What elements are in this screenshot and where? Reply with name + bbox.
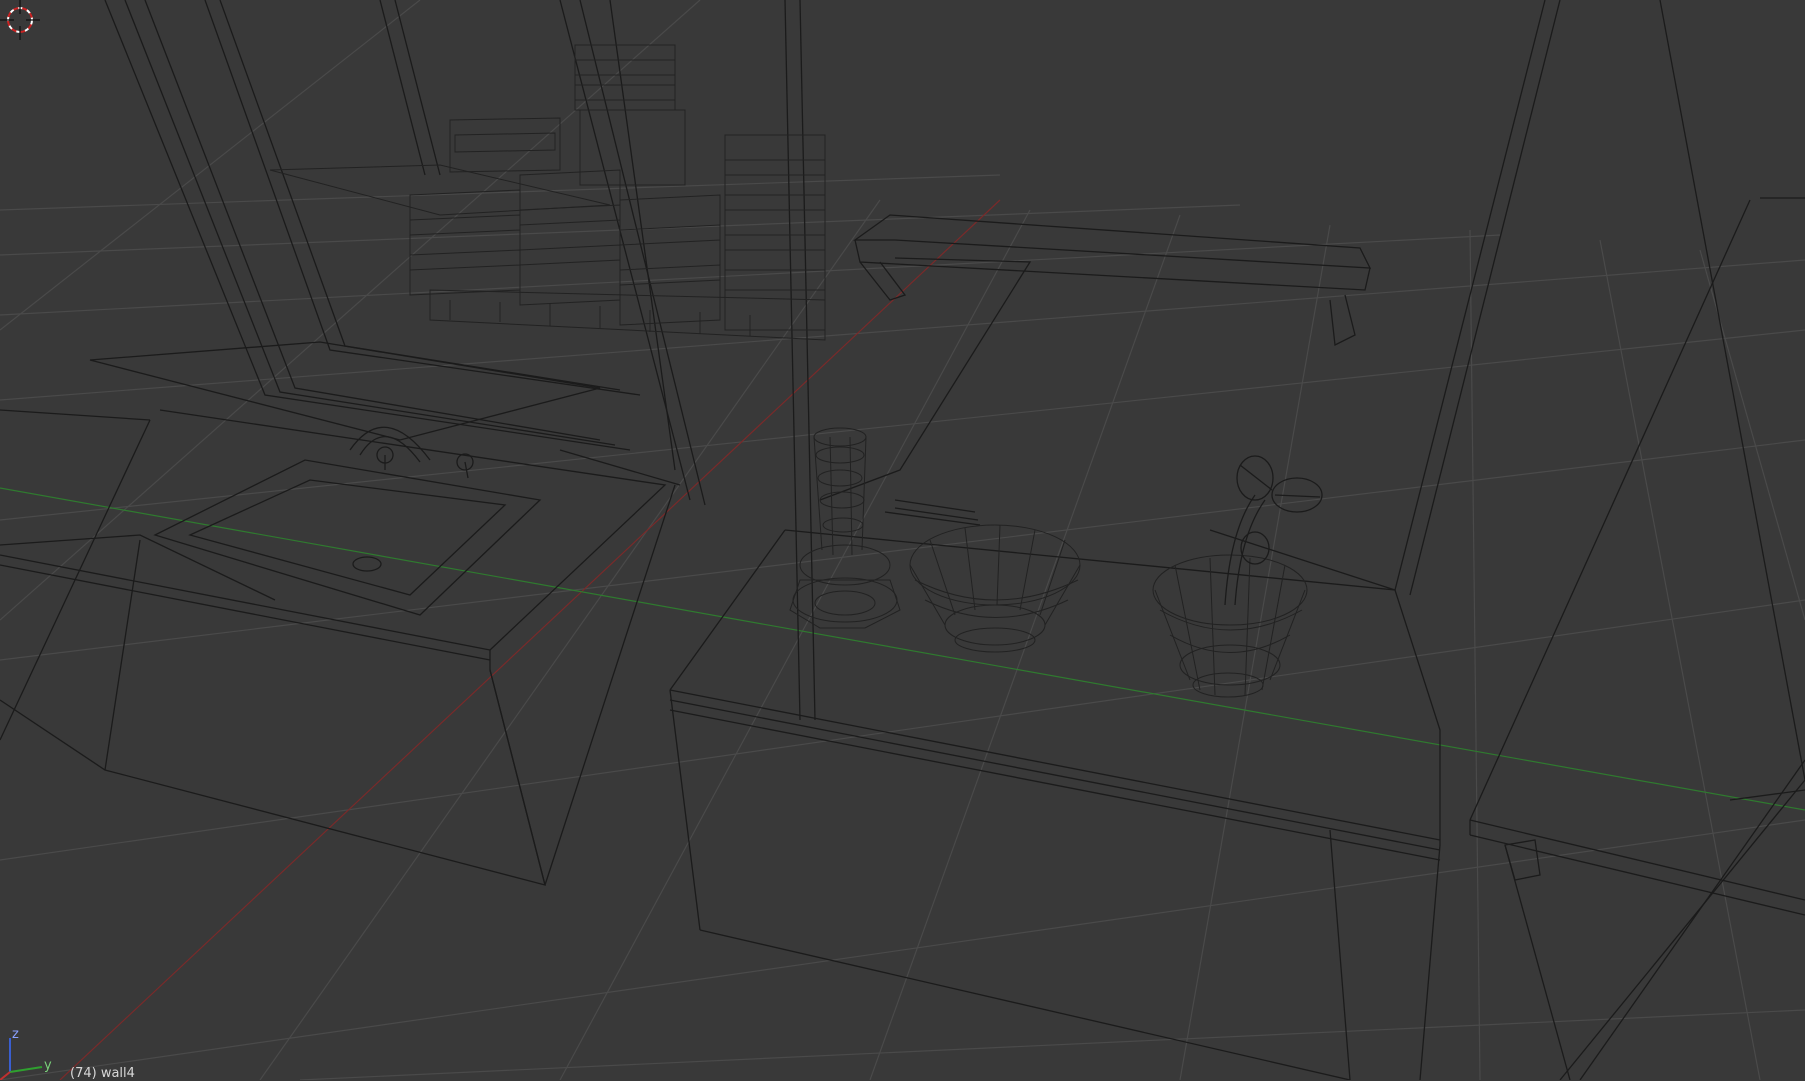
3d-viewport[interactable]: z y (74) wall4 [0,0,1805,1081]
plant-pot[interactable] [1152,554,1308,698]
gizmo-y-label: y [44,1058,52,1073]
wall-shelf-bar[interactable] [819,214,1372,501]
bowl[interactable] [909,524,1081,653]
chopsticks[interactable] [884,499,981,526]
3d-cursor-icon[interactable] [0,0,40,40]
axis-gizmo: z y [0,1016,70,1080]
x-axis-line [59,199,1001,1080]
window-frame[interactable] [89,0,816,721]
wireframe-scene [0,0,1805,1080]
door-frame-right[interactable] [1469,0,1805,1080]
plant-leaves[interactable] [1224,455,1323,606]
floor-grid [0,0,1805,1080]
y-axis-line [0,487,1805,811]
gizmo-z-label: z [12,1027,19,1042]
object-status-label: (74) wall4 [70,1066,135,1081]
